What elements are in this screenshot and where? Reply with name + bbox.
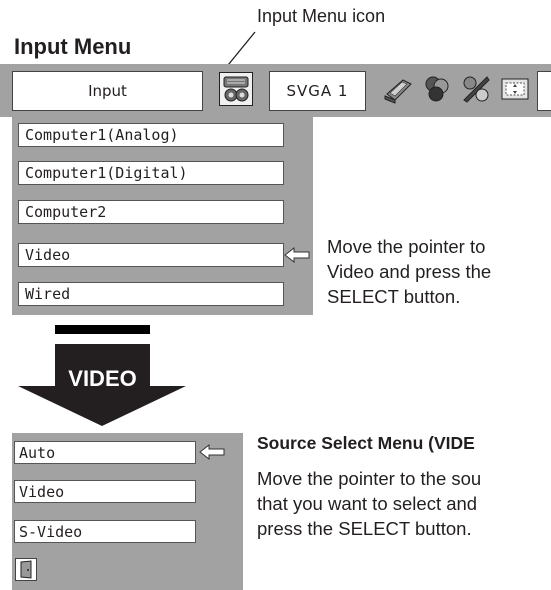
exit-door-icon[interactable]	[15, 558, 37, 581]
instruction-2-line-3: press the SELECT button.	[257, 518, 472, 539]
arrow-top-bar	[55, 325, 150, 334]
screen-icon[interactable]	[498, 72, 532, 106]
source-item-video[interactable]: Video	[14, 480, 196, 503]
input-item-computer2[interactable]: Computer2	[18, 200, 284, 224]
instruction-2: Move the pointer to the sou that you wan…	[257, 466, 481, 541]
instruction-2-line-1: Move the pointer to the sou	[257, 468, 482, 489]
instruction-1: Move the pointer to Video and press the …	[327, 234, 491, 309]
page-title: Input Menu	[14, 34, 132, 59]
color-adjust-icon[interactable]	[420, 72, 454, 106]
arrow-label: VIDEO	[68, 366, 137, 391]
input-item-wired[interactable]: Wired	[18, 282, 284, 306]
instruction-1-line-3: SELECT button.	[327, 286, 461, 307]
image-adjust-icon[interactable]	[459, 72, 493, 106]
bar-right-edge	[537, 71, 551, 111]
input-item-computer1-analog[interactable]: Computer1(Analog)	[18, 123, 284, 147]
instruction-2-line-2: that you want to select and	[257, 493, 478, 514]
pc-adjust-icon[interactable]	[381, 72, 415, 106]
instruction-1-line-2: Video and press the	[327, 261, 492, 282]
pointer-arrow-icon	[284, 246, 310, 264]
signal-label: SVGA 1	[269, 71, 366, 111]
input-menu-icon-caption: Input Menu icon	[257, 6, 386, 26]
source-item-s-video[interactable]: S-Video	[14, 520, 196, 543]
pointer-arrow-icon-source	[199, 443, 225, 461]
input-item-computer1-digital[interactable]: Computer1(Digital)	[18, 161, 284, 185]
source-select-title: Source Select Menu (VIDE	[257, 433, 475, 453]
input-menu-icon[interactable]	[219, 72, 253, 106]
input-item-video[interactable]: Video	[18, 243, 284, 267]
input-tab[interactable]: Input	[12, 71, 203, 111]
source-item-auto[interactable]: Auto	[14, 441, 196, 464]
instruction-1-line-1: Move the pointer to	[327, 236, 486, 257]
